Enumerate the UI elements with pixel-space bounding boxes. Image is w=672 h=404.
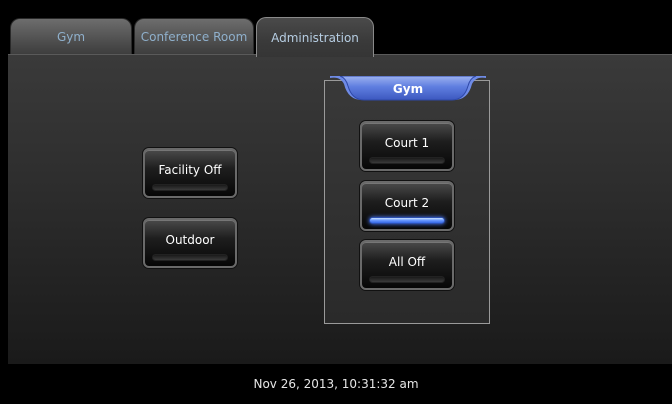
court-2-indicator	[369, 217, 445, 224]
outdoor-label: Outdoor	[165, 233, 215, 247]
outdoor-indicator	[152, 254, 228, 261]
facility-off-indicator	[152, 184, 228, 191]
tab-gym[interactable]: Gym	[10, 18, 132, 54]
tab-gym-label: Gym	[56, 29, 86, 44]
status-bar: Nov 26, 2013, 10:31:32 am	[0, 364, 672, 404]
all-off-label: All Off	[388, 255, 426, 269]
all-off-button[interactable]: All Off	[360, 240, 454, 290]
court-1-indicator	[369, 157, 445, 164]
facility-off-label: Facility Off	[158, 163, 222, 177]
date-time-display: Nov 26, 2013, 10:31:32 am	[253, 377, 419, 391]
gym-group-title: Gym	[392, 82, 424, 96]
court-2-button[interactable]: Court 2	[360, 181, 454, 231]
tab-conference-room[interactable]: Conference Room	[134, 18, 254, 54]
tab-conference-room-label: Conference Room	[140, 29, 248, 44]
outdoor-button[interactable]: Outdoor	[143, 218, 237, 268]
court-1-label: Court 1	[384, 136, 430, 150]
gym-group-header: Gym	[330, 76, 486, 102]
facility-off-button[interactable]: Facility Off	[143, 148, 237, 198]
tab-administration[interactable]: Administration	[256, 17, 374, 57]
court-2-label: Court 2	[384, 196, 430, 210]
tab-administration-label: Administration	[271, 30, 359, 45]
touch-panel-screen: Gym Conference Room Administration Facil…	[0, 0, 672, 404]
all-off-indicator	[369, 276, 445, 283]
court-1-button[interactable]: Court 1	[360, 121, 454, 171]
